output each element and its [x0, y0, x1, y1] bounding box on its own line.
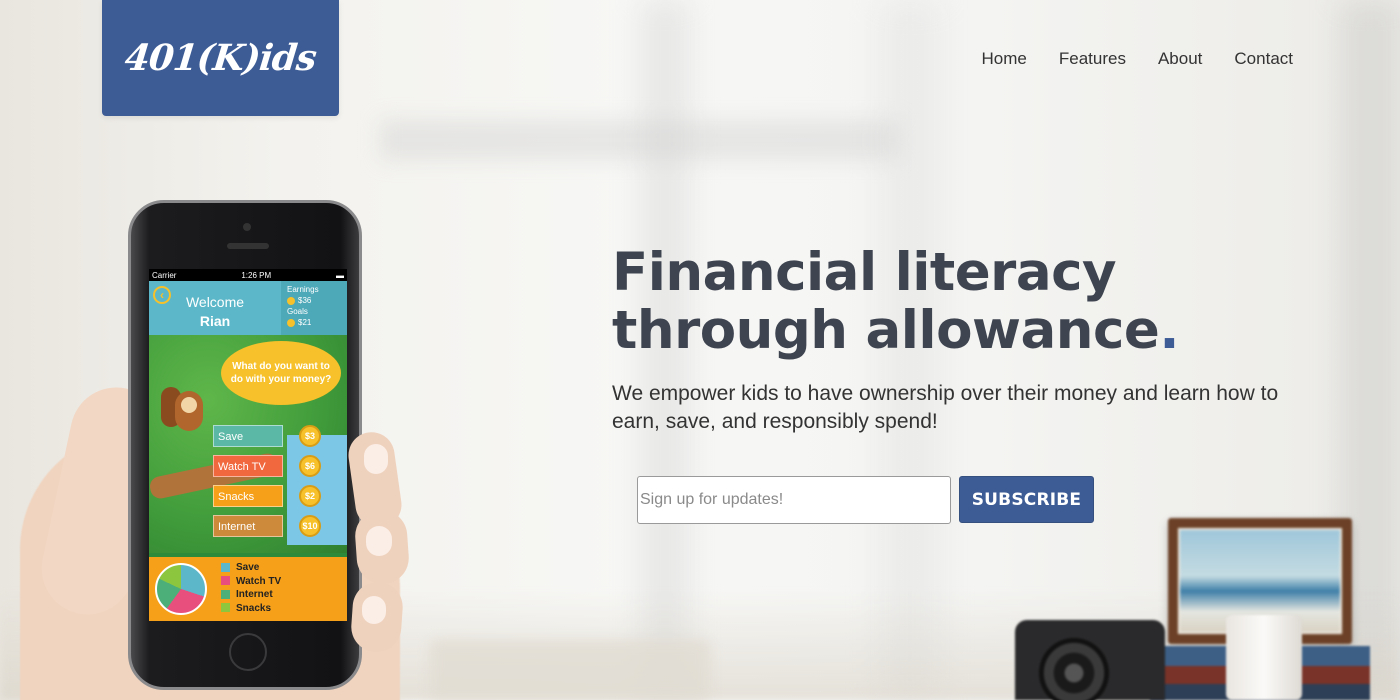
option-internet: Internet — [213, 515, 283, 537]
battery-icon: ▬ — [336, 270, 344, 280]
speaker-grille — [227, 243, 269, 249]
option-snacks: Snacks — [213, 485, 283, 507]
hero-subtitle: We empower kids to have ownership over t… — [612, 382, 1279, 433]
hero-title-line2: through allowance — [612, 300, 1160, 361]
goals-value: $21 — [298, 318, 312, 327]
coin-save: $3 — [299, 425, 321, 447]
legend-item: Watch TV — [221, 575, 281, 589]
hero-title: Financial literacy through allowance. — [612, 244, 1179, 360]
open-book — [430, 640, 710, 700]
fingernail — [364, 444, 388, 474]
option-save: Save — [213, 425, 283, 447]
fingernail — [366, 526, 392, 556]
home-button — [229, 633, 267, 671]
logo[interactable]: 401(K)ids — [102, 0, 339, 116]
carrier-label: Carrier — [152, 270, 177, 280]
logo-text: 401(K)ids — [122, 37, 319, 79]
camera — [1015, 620, 1165, 700]
pie-legend: Save Watch TV Internet Snacks — [221, 561, 281, 615]
user-name: Rian — [199, 313, 231, 329]
coin-internet: $10 — [299, 515, 321, 537]
nav-home[interactable]: Home — [982, 49, 1027, 69]
earnings-label: Earnings — [287, 285, 319, 294]
nav-about[interactable]: About — [1158, 49, 1202, 69]
coin-snacks: $2 — [299, 485, 321, 507]
hero-title-line1: Financial literacy — [612, 242, 1117, 303]
legend-item: Snacks — [221, 602, 281, 616]
legend-item: Internet — [221, 588, 281, 602]
chevron-left-icon: ‹ — [153, 286, 171, 304]
squirrel-mascot — [161, 377, 209, 435]
email-signup-input[interactable] — [637, 476, 951, 524]
stats-panel: Earnings $36 Goals $21 — [281, 281, 347, 335]
goals-label: Goals — [287, 307, 308, 316]
coin-icon — [287, 296, 295, 305]
front-camera-icon — [243, 223, 251, 231]
candle — [1226, 615, 1302, 700]
spending-summary: Save Watch TV Internet Snacks — [149, 557, 347, 621]
speech-bubble: What do you want to do with your money? — [221, 341, 341, 405]
phone-mockup: Carrier 1:26 PM ▬ ‹ Welcome Rian Earning… — [128, 200, 362, 690]
clock: 1:26 PM — [241, 270, 272, 280]
coin-watch-tv: $6 — [299, 455, 321, 477]
main-nav: Home Features About Contact — [982, 49, 1293, 69]
nav-features[interactable]: Features — [1059, 49, 1126, 69]
welcome-label: Welcome — [185, 294, 245, 310]
nav-contact[interactable]: Contact — [1234, 49, 1293, 69]
tree-scene: What do you want to do with your money? … — [149, 335, 347, 553]
pie-chart — [155, 563, 207, 615]
fingernail — [362, 596, 386, 624]
status-bar: Carrier 1:26 PM ▬ — [149, 269, 347, 281]
app-screen: Carrier 1:26 PM ▬ ‹ Welcome Rian Earning… — [149, 269, 347, 621]
option-watch-tv: Watch TV — [213, 455, 283, 477]
subscribe-button[interactable]: SUBSCRIBE — [959, 476, 1094, 523]
coin-icon — [287, 318, 295, 327]
legend-item: Save — [221, 561, 281, 575]
earnings-value: $36 — [298, 296, 312, 305]
hero-title-dot: . — [1159, 300, 1179, 361]
camera-lens — [1039, 638, 1109, 700]
app-header: ‹ Welcome Rian Earnings $36 Goals $21 — [149, 281, 347, 335]
